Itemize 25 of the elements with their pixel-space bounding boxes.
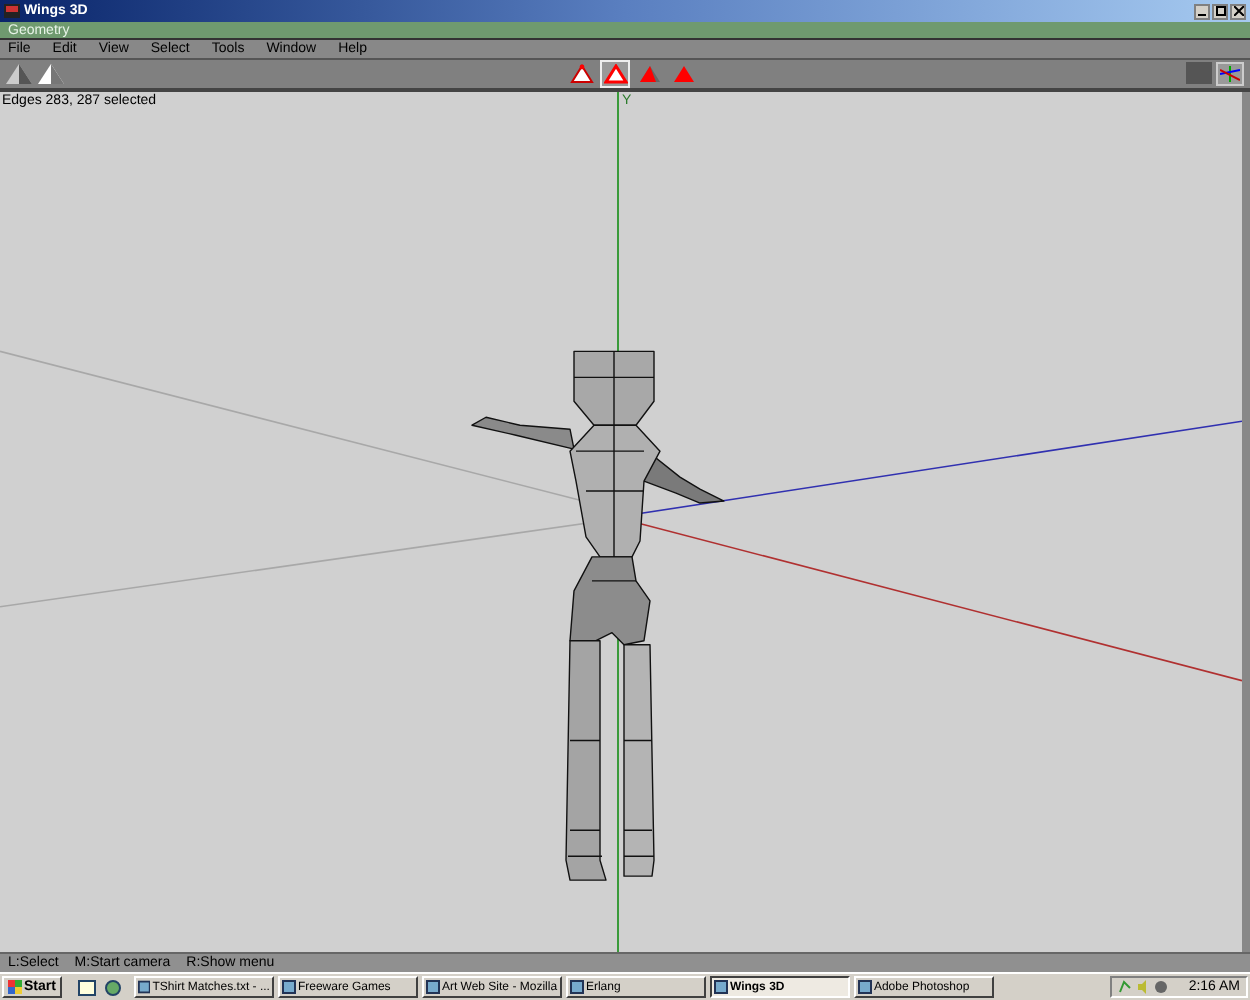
- vertex-mode-icon: [569, 64, 593, 84]
- window-icon: [425, 980, 440, 994]
- pyramid-icon[interactable]: [6, 64, 32, 84]
- app-icon: [4, 4, 20, 18]
- selection-mode-button[interactable]: [566, 60, 596, 88]
- shading-toggle-button[interactable]: [1186, 62, 1212, 84]
- axes-toggle-button[interactable]: [1216, 62, 1244, 86]
- maximize-icon: [1215, 6, 1225, 16]
- selection-mode-button[interactable]: [600, 60, 630, 88]
- windows-logo-icon: [8, 980, 22, 994]
- minimize-button[interactable]: [1194, 3, 1210, 19]
- window-icon: [569, 980, 584, 994]
- face-mode-icon: [637, 64, 661, 84]
- pyramid-icon[interactable]: [38, 64, 64, 84]
- window-icon: [281, 980, 296, 994]
- window-icon: [713, 980, 728, 994]
- window-icon: [857, 980, 872, 994]
- body-mode-icon: [671, 64, 695, 84]
- close-icon: [1233, 6, 1243, 16]
- axes-icon: [1220, 66, 1240, 82]
- edge-mode-icon: [603, 64, 627, 84]
- window-icon: [137, 980, 151, 994]
- maximize-button[interactable]: [1212, 3, 1228, 19]
- desktop-icon[interactable]: [77, 979, 96, 995]
- close-button[interactable]: [1230, 3, 1246, 19]
